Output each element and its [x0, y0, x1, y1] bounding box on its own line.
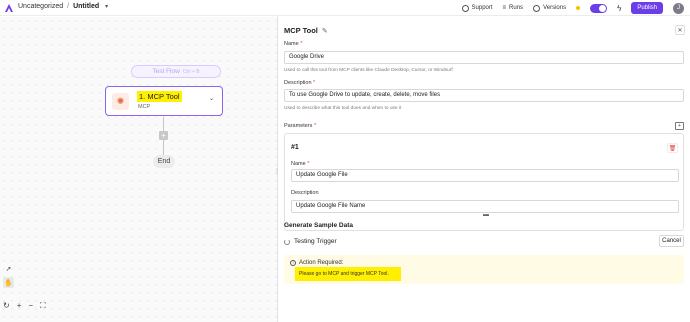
mcp-icon: ✺	[112, 93, 129, 110]
flow-enabled-toggle[interactable]	[590, 3, 608, 13]
runs-icon: ≡	[502, 5, 507, 11]
testing-trigger-label: Testing Trigger	[294, 238, 337, 245]
node-title: 1. MCP Tool	[137, 91, 182, 102]
test-flow-button[interactable]: Test Flow Ctrl + B	[131, 65, 221, 78]
zoom-in-icon[interactable]: +	[17, 301, 22, 311]
test-flow-label: Test Flow	[152, 68, 180, 75]
cancel-button[interactable]: Cancel	[659, 235, 684, 247]
test-flow-shortcut: Ctrl + B	[182, 68, 200, 75]
flow-name[interactable]: Untitled	[73, 3, 99, 10]
edit-icon[interactable]: ✎	[322, 27, 328, 35]
support-label: Support	[471, 5, 493, 11]
breadcrumb-folder[interactable]: Uncategorized	[18, 3, 63, 10]
fit-view-icon[interactable]: ⛶	[40, 301, 46, 311]
versions-label: Versions	[543, 5, 567, 11]
chevron-down-icon[interactable]: ▾	[105, 3, 108, 10]
parameter-index: #1	[291, 144, 299, 151]
name-label: Name *	[284, 41, 303, 47]
spinner-icon	[284, 238, 290, 245]
panel-title-text: MCP Tool	[284, 26, 318, 35]
breadcrumb: Uncategorized / Untitled ▾	[18, 3, 108, 10]
panel-title: MCP Tool ✎	[284, 26, 328, 35]
support-link[interactable]: Support	[461, 4, 493, 12]
generate-sample-title: Generate Sample Data	[284, 222, 354, 229]
breadcrumb-separator: /	[67, 3, 70, 10]
zoom-controls: ↻ + − ⛶	[3, 301, 46, 311]
parameter-description-label: Description	[291, 190, 319, 196]
parameter-name-field[interactable]: Update Google File	[291, 169, 679, 182]
description-label: Description *	[284, 80, 316, 86]
name-help: Used to call this tool from MCP clients …	[284, 68, 453, 73]
status-dot	[576, 6, 581, 10]
reset-view-icon[interactable]: ↻	[3, 301, 10, 311]
flow-canvas[interactable]	[0, 17, 277, 322]
close-icon[interactable]: ✕	[675, 25, 685, 35]
drag-handle-icon[interactable]: ▬	[483, 212, 489, 218]
action-required-alert: ! Action Required: Please go to MCP and …	[284, 255, 684, 284]
add-parameter-icon[interactable]: +	[675, 122, 684, 130]
pointer-icon[interactable]: ➚	[3, 263, 14, 274]
header-actions: Support ≡ Runs Versions ϟ Publish J	[461, 2, 684, 14]
step-settings-panel: MCP Tool ✎ ✕ Name * Google Drive Used to…	[278, 17, 690, 322]
parameter-name-label: Name *	[291, 161, 310, 167]
chevron-down-icon[interactable]: ⌄	[209, 95, 214, 102]
warning-icon: !	[290, 260, 296, 266]
history-icon	[533, 4, 541, 12]
description-field[interactable]: To use Google Drive to update, create, d…	[284, 89, 684, 102]
canvas-tools: ➚ ✋	[3, 263, 14, 288]
hand-icon[interactable]: ✋	[3, 277, 14, 288]
add-step-button[interactable]: +	[159, 131, 168, 140]
help-icon	[461, 4, 469, 12]
runs-link[interactable]: ≡ Runs	[503, 5, 524, 11]
alert-title: Action Required:	[299, 260, 344, 266]
app-logo-icon[interactable]	[4, 3, 14, 13]
avatar[interactable]: J	[673, 2, 684, 14]
top-bar: Uncategorized / Untitled ▾ Support ≡ Run…	[0, 0, 690, 16]
lightning-icon[interactable]: ϟ	[617, 4, 621, 13]
alert-header: ! Action Required:	[290, 260, 343, 266]
parameters-label: Parameters *	[284, 123, 317, 129]
connector-line	[163, 140, 164, 155]
runs-label: Runs	[509, 5, 524, 11]
testing-trigger-status: Testing Trigger	[284, 238, 337, 245]
versions-link[interactable]: Versions	[533, 4, 567, 12]
name-field[interactable]: Google Drive	[284, 51, 684, 64]
node-subtitle: MCP	[138, 104, 151, 110]
alert-message: Please go to MCP and trigger MCP Tool.	[295, 267, 401, 281]
end-node: End	[153, 155, 175, 168]
trash-icon[interactable]: 🗑	[667, 143, 678, 153]
connector-line	[163, 117, 164, 131]
flow-node-mcp-tool[interactable]: ✺ 1. MCP Tool MCP ⌄	[105, 86, 223, 116]
zoom-out-icon[interactable]: −	[28, 301, 33, 311]
description-help: Used to describe what this tool does and…	[284, 106, 402, 111]
publish-button[interactable]: Publish	[631, 2, 663, 14]
